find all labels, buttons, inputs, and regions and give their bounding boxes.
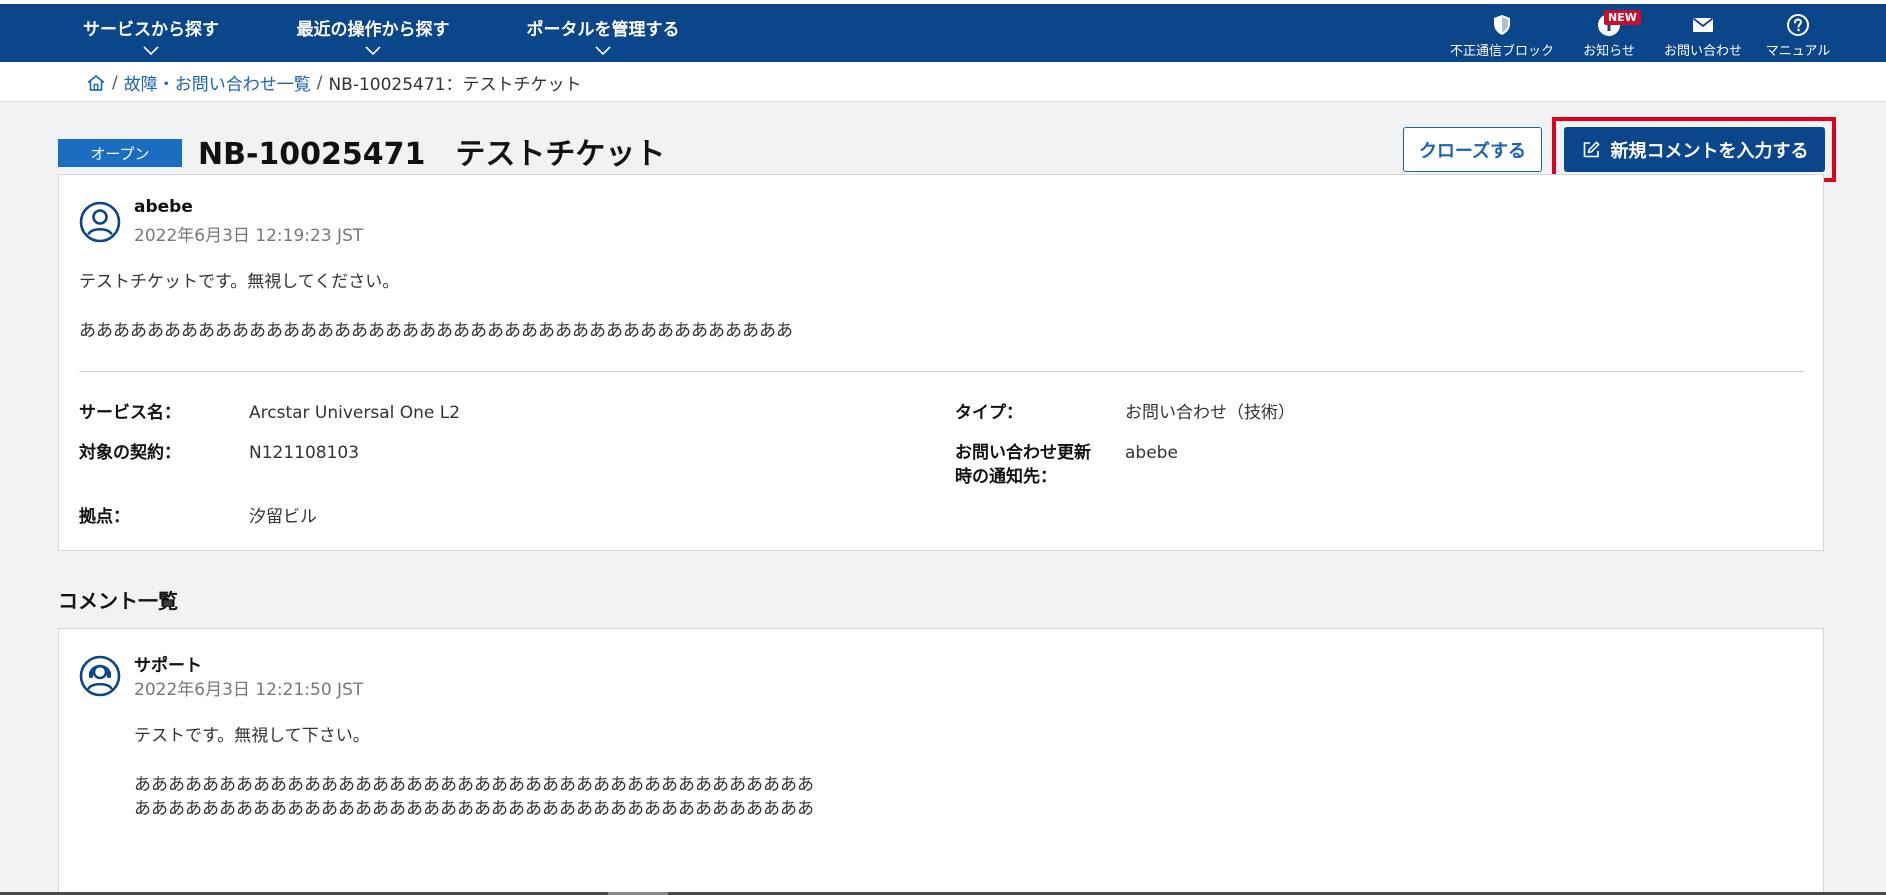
nav-menu-label: 最近の操作から探す xyxy=(296,20,450,40)
comments-section-title: コメント一覧 xyxy=(58,589,178,613)
top-navigation-bar: サービスから探す 最近の操作から探す ポータルを管理する 不正通信ブロック NE… xyxy=(0,4,1886,62)
home-icon[interactable] xyxy=(86,73,106,93)
nav-tool-block[interactable]: 不正通信ブロック xyxy=(1448,4,1556,62)
new-comment-button-label: 新規コメントを入力する xyxy=(1610,140,1809,162)
notify-value: abebe xyxy=(1125,443,1178,463)
nav-tool-manual[interactable]: マニュアル xyxy=(1760,4,1836,62)
notify-label-line: 時の通知先： xyxy=(955,467,1057,487)
ticket-author: abebe xyxy=(134,197,193,217)
chevron-down-icon xyxy=(595,46,611,56)
contract-value: N121108103 xyxy=(249,443,360,463)
chevron-down-icon xyxy=(365,46,381,56)
chevron-down-icon xyxy=(143,46,159,56)
comment-body-line: ああああああああああああああああああああああああああああああああああああああああ xyxy=(134,799,814,819)
breadcrumb-current: NB-10025471：テストチケット xyxy=(328,75,582,95)
shield-icon xyxy=(1494,15,1510,35)
page-title: NB-10025471 テストチケット xyxy=(198,137,666,172)
contract-label: 対象の契約： xyxy=(79,443,181,463)
notify-label-line: お問い合わせ更新 xyxy=(955,443,1091,463)
comment-timestamp: 2022年6月3日 12:21:50 JST xyxy=(134,680,364,700)
help-icon xyxy=(1787,14,1809,36)
site-value: 汐留ビル xyxy=(249,507,317,527)
divider xyxy=(79,371,1803,372)
site-label: 拠点： xyxy=(79,507,130,527)
comment-body-line: ああああああああああああああああああああああああああああああああああああああああ xyxy=(134,775,814,795)
nav-tool-label: 不正通信ブロック xyxy=(1449,44,1554,59)
comment-card: サポート 2022年6月3日 12:21:50 JST テストです。無視して下さ… xyxy=(58,628,1824,895)
edit-icon xyxy=(1583,141,1599,157)
breadcrumb: / 故障・お問い合わせ一覧 / NB-10025471：テストチケット xyxy=(86,70,582,95)
nav-menu-services[interactable]: サービスから探す xyxy=(78,4,224,62)
nav-menu-label: サービスから探す xyxy=(83,20,219,40)
new-comment-button[interactable]: 新規コメントを入力する xyxy=(1564,127,1825,172)
type-value: お問い合わせ（技術） xyxy=(1125,403,1295,423)
breadcrumb-separator: / xyxy=(316,72,323,93)
status-badge: オープン xyxy=(58,139,182,167)
nav-tool-label: お知らせ xyxy=(1583,44,1635,59)
close-ticket-button[interactable]: クローズする xyxy=(1403,127,1542,172)
breadcrumb-bar: / 故障・お問い合わせ一覧 / NB-10025471：テストチケット xyxy=(0,62,1886,102)
nav-tool-label: マニュアル xyxy=(1765,44,1831,59)
new-badge: NEW xyxy=(1604,10,1641,25)
support-avatar-icon xyxy=(79,655,121,697)
nav-menu-label: ポータルを管理する xyxy=(526,20,680,40)
mail-icon xyxy=(1692,17,1714,32)
ticket-body-line: テストチケットです。無視してください。 xyxy=(79,272,400,292)
breadcrumb-link-ticket-list[interactable]: 故障・お問い合わせ一覧 xyxy=(124,70,311,95)
type-label: タイプ： xyxy=(955,403,1023,423)
nav-tool-label: お問い合わせ xyxy=(1663,44,1742,59)
service-name-value: Arcstar Universal One L2 xyxy=(249,403,461,423)
nav-tool-contact[interactable]: お問い合わせ xyxy=(1662,4,1744,62)
user-avatar-icon xyxy=(79,201,121,243)
comment-body-line: テストです。無視して下さい。 xyxy=(134,726,370,746)
nav-menu-portal[interactable]: ポータルを管理する xyxy=(522,4,684,62)
ticket-body-line: ああああああああああああああああああああああああああああああああああああああああ… xyxy=(79,321,793,341)
breadcrumb-separator: / xyxy=(112,72,118,93)
ticket-timestamp: 2022年6月3日 12:19:23 JST xyxy=(134,226,364,246)
nav-menu-recent[interactable]: 最近の操作から探す xyxy=(292,4,454,62)
ticket-detail-card: abebe 2022年6月3日 12:19:23 JST テストチケットです。無… xyxy=(58,174,1824,551)
service-name-label: サービス名： xyxy=(79,403,181,423)
comment-author: サポート xyxy=(134,656,202,676)
nav-tool-news[interactable]: NEW お知らせ xyxy=(1578,4,1641,62)
